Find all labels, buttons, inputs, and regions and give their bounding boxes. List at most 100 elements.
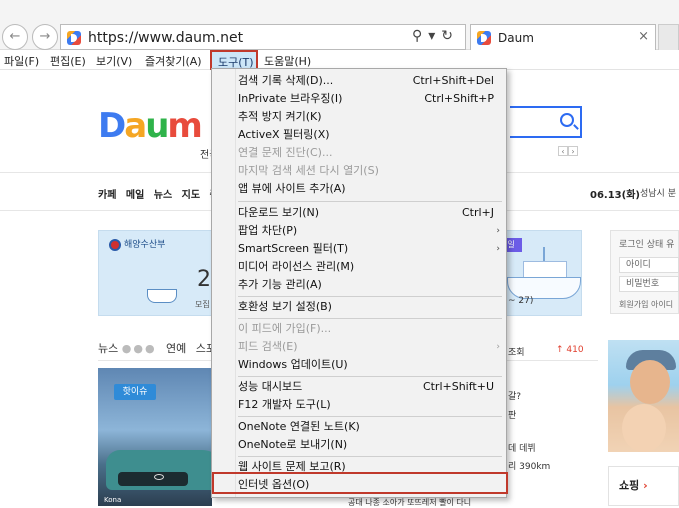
refresh-icon[interactable]: ↻ (441, 28, 459, 44)
menu-item-delete-history[interactable]: 검색 기록 삭제(D)... Ctrl+Shift+Del (238, 72, 500, 90)
nav-cafe[interactable]: 카페 (98, 190, 116, 201)
menu-item-popup-blocker[interactable]: 팝업 차단(P) › (238, 222, 500, 240)
login-id-field[interactable]: 아이디 (619, 257, 679, 273)
ship-icon (147, 289, 177, 303)
menu-separator (238, 318, 502, 319)
menu-item-f12-dev-tools[interactable]: F12 개발자 도구(L) (238, 396, 500, 414)
menu-tools[interactable]: 도구(T) (210, 50, 258, 70)
tab-entertainment[interactable]: 연예 (166, 342, 186, 355)
menu-item-label: 피드 검색(E) (238, 340, 298, 353)
menu-item-label: OneNote로 보내기(N) (238, 438, 348, 451)
browser-chrome: ← → https://www.daum.net ⚲▾↻ Daum × (0, 0, 679, 51)
forward-arrow-icon: → (39, 29, 51, 44)
menu-item-performance-dashboard[interactable]: 성능 대시보드 Ctrl+Shift+U (238, 378, 500, 396)
keep-login-checkbox[interactable]: 로그인 상태 유 (619, 237, 674, 250)
nav-news[interactable]: 뉴스 (154, 190, 172, 201)
menu-view[interactable]: 보기(V) (96, 53, 132, 69)
news-snippet[interactable]: 공대 나종 소아가 또뜨레저 빨이 다니 (348, 497, 471, 508)
menu-item-add-site-to-apps[interactable]: 앱 뷰에 사이트 추가(A) (238, 180, 500, 198)
menu-item-feed-discovery: 피드 검색(E) › (238, 338, 500, 356)
menu-item-send-to-onenote[interactable]: OneNote로 보내기(N) (238, 436, 500, 454)
menu-item-label: 성능 대시보드 (238, 380, 303, 393)
news-snippet[interactable]: 갈? (508, 389, 521, 402)
nav-map[interactable]: 지도 (182, 190, 200, 201)
menu-item-diagnose-connection: 연결 문제 진단(C)... (238, 144, 500, 162)
menu-item-label: 미디어 라이선스 관리(M) (238, 260, 355, 273)
login-password-field[interactable]: 비밀번호 (619, 276, 679, 292)
forward-button[interactable]: → (32, 24, 58, 50)
menu-item-subscribe-feed: 이 피드에 가입(F)... (238, 320, 500, 338)
address-url[interactable]: https://www.daum.net (88, 30, 243, 46)
menu-item-compatibility-view[interactable]: 호환성 보기 설정(B) (238, 298, 500, 316)
menu-item-shortcut: Ctrl+J (461, 206, 494, 219)
menu-item-label: Windows 업데이트(U) (238, 358, 348, 371)
menu-item-label: 호환성 보기 설정(B) (238, 300, 332, 313)
tab-close-icon[interactable]: × (638, 29, 649, 44)
menu-separator (238, 456, 502, 457)
menu-item-label: 검색 기록 삭제(D)... (238, 74, 334, 87)
menu-edit[interactable]: 편집(E) (50, 53, 86, 69)
menu-item-smartscreen[interactable]: SmartScreen 필터(T) › (238, 240, 500, 258)
menu-separator (238, 416, 502, 417)
banner-small-text: 모집 (195, 300, 210, 309)
menu-item-inprivate[interactable]: InPrivate 브라우징(I) Ctrl+Shift+P (238, 90, 500, 108)
back-button[interactable]: ← (2, 24, 28, 50)
tools-menu: 검색 기록 삭제(D)... Ctrl+Shift+Del InPrivate 브… (211, 68, 507, 498)
menu-item-view-downloads[interactable]: 다운로드 보기(N) Ctrl+J (238, 204, 500, 222)
menu-file[interactable]: 파일(F) (4, 53, 39, 69)
menu-help[interactable]: 도움말(H) (264, 53, 311, 69)
news-snippet[interactable]: 판 (508, 408, 516, 421)
news-snippet[interactable]: 리 390km (508, 459, 550, 472)
search-box[interactable] (510, 106, 582, 138)
nav-mail[interactable]: 메일 (126, 190, 144, 201)
menu-item-label: 이 피드에 가입(F)... (238, 322, 332, 335)
new-tab-button[interactable] (658, 24, 679, 51)
face (630, 360, 670, 404)
address-tools: ⚲▾↻ (412, 28, 459, 44)
news-dots: ●●● (121, 342, 157, 355)
login-panel: 로그인 상태 유 아이디 비밀번호 회원가입 아이디 (610, 230, 679, 314)
weather-location[interactable]: 성남시 분 (640, 186, 676, 199)
prev-arrow-icon[interactable]: ‹ (558, 146, 568, 156)
menu-item-reopen-session: 마지막 검색 세션 다시 열기(S) (238, 162, 500, 180)
menu-separator (238, 296, 502, 297)
internet-options-highlight (212, 472, 508, 494)
menu-separator (238, 376, 502, 377)
tab-news[interactable]: 뉴스 (98, 342, 118, 355)
news-snippet[interactable]: 데 데뷔 (508, 441, 536, 454)
address-bar[interactable]: https://www.daum.net ⚲▾↻ (60, 24, 466, 50)
ministry-emblem-icon (109, 238, 121, 251)
daum-logo[interactable]: Daum (98, 106, 203, 146)
face (622, 404, 666, 452)
menu-item-label: 앱 뷰에 사이트 추가(A) (238, 182, 346, 195)
submenu-arrow-icon: › (496, 342, 500, 352)
ranking-label: 조회 (508, 348, 525, 358)
news-tabs: 뉴스 ●●● 연예 스포 (98, 340, 216, 356)
menu-item-activex-filtering[interactable]: ActiveX 필터링(X) (238, 126, 500, 144)
menu-gutter (212, 69, 236, 497)
menu-item-label: 추가 기능 관리(A) (238, 278, 322, 291)
ministry-label: 해양수산부 (109, 237, 165, 251)
tab-daum[interactable]: Daum × (470, 24, 656, 51)
shopping-arrow-icon: › (643, 479, 648, 492)
car-grille (118, 472, 188, 486)
login-links[interactable]: 회원가입 아이디 (619, 299, 673, 310)
menu-item-windows-update[interactable]: Windows 업데이트(U) (238, 356, 500, 374)
menu-item-label: 추적 방지 켜기(K) (238, 110, 322, 123)
menu-item-label: SmartScreen 필터(T) (238, 242, 349, 255)
menu-bar: 파일(F) 편집(E) 보기(V) 즐겨찾기(A) 도움말(H) (0, 50, 679, 70)
promo-photo[interactable] (608, 340, 679, 452)
search-submit-icon[interactable] (560, 113, 574, 127)
search-icon[interactable]: ⚲ (412, 28, 428, 44)
menu-favorites[interactable]: 즐겨찾기(A) (145, 53, 202, 69)
menu-item-media-licenses[interactable]: 미디어 라이선스 관리(M) (238, 258, 500, 276)
submenu-arrow-icon: › (496, 226, 500, 236)
menu-item-onenote-linked-notes[interactable]: OneNote 연결된 노트(K) (238, 418, 500, 436)
shopping-section[interactable]: 쇼핑 › (608, 466, 679, 506)
menu-item-manage-addons[interactable]: 추가 기능 관리(A) (238, 276, 500, 294)
dropdown-arrow-icon[interactable]: ▾ (428, 28, 441, 44)
menu-item-tracking-protection[interactable]: 추적 방지 켜기(K) (238, 108, 500, 126)
menu-item-label: OneNote 연결된 노트(K) (238, 420, 360, 433)
next-arrow-icon[interactable]: › (568, 146, 578, 156)
menu-item-shortcut: Ctrl+Shift+U (422, 380, 494, 393)
